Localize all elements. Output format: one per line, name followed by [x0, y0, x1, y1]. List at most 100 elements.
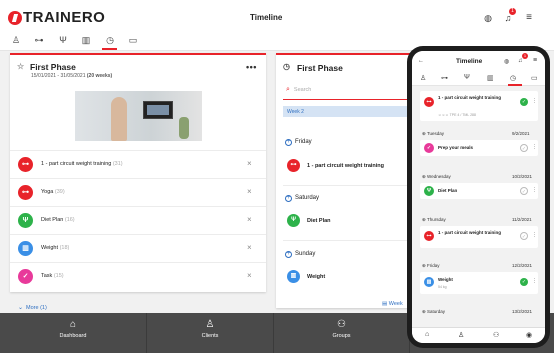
- list-item[interactable]: ▥ Weight (18) ×: [10, 234, 266, 262]
- check-icon[interactable]: ✓: [520, 187, 528, 195]
- chart-icon[interactable]: ▥: [487, 74, 494, 82]
- item-count: (18): [59, 245, 70, 251]
- phone-day-header: ⊕ Wednesday: [422, 174, 451, 179]
- entry-sub: ☺☺☺ TPE 4 / TML 288: [438, 113, 476, 117]
- phone-day-date: 9/2/2021: [512, 131, 530, 136]
- phone-entry-card[interactable]: ▥ Weight 54 kg ✓ ⋮: [420, 272, 538, 294]
- entry-label: 1 - part circuit weight training: [438, 230, 502, 235]
- item-label: Task: [41, 273, 53, 279]
- phone-section-nav: ♙ ⊶ Ψ ▥ ◷ ▭: [412, 72, 545, 86]
- item-label: Yoga: [41, 189, 54, 195]
- remove-icon[interactable]: ×: [247, 159, 252, 168]
- divider: [283, 185, 413, 186]
- week-link[interactable]: ▤ Week: [382, 301, 403, 307]
- list-item[interactable]: ⊶ 1 - part circuit weight training (31) …: [10, 150, 266, 178]
- check-icon[interactable]: ✓: [520, 144, 528, 152]
- user-icon[interactable]: ♙: [10, 34, 22, 46]
- phase-image: [75, 91, 202, 141]
- profile-icon[interactable]: ◉: [526, 331, 532, 339]
- check-icon[interactable]: ✓: [520, 278, 528, 286]
- dumbbell-icon[interactable]: ⊶: [33, 34, 45, 46]
- user-icon: ♙: [205, 319, 215, 330]
- phone-day-date: 11/2/2021: [512, 217, 532, 222]
- more-menu-icon[interactable]: ⋮: [532, 232, 537, 238]
- menu-icon[interactable]: ≡: [533, 57, 537, 64]
- phase-more-menu-icon[interactable]: •••: [246, 62, 257, 72]
- bell-icon[interactable]: ♫: [518, 58, 523, 64]
- list-item[interactable]: ⊶ Yoga (39) ×: [10, 178, 266, 206]
- day-header: + Friday: [285, 139, 312, 146]
- phone-entry-card[interactable]: ✓ Prep your meals ✓ ⋮: [420, 140, 538, 156]
- phone-day-date: 12/2/2021: [512, 263, 533, 268]
- nutrition-icon[interactable]: Ψ: [57, 34, 69, 46]
- home-icon: ⌂: [69, 319, 77, 330]
- globe-icon[interactable]: ◍: [483, 13, 493, 23]
- star-icon[interactable]: ☆: [17, 62, 24, 71]
- phone-day-header: ⊕ Saturday: [422, 309, 446, 314]
- nav-dashboard[interactable]: ⌂ Dashboard: [0, 313, 147, 353]
- item-count: (39): [54, 189, 65, 195]
- chart-icon: ▥: [424, 277, 434, 287]
- globe-icon[interactable]: ◍: [504, 58, 509, 65]
- nav-groups[interactable]: ⚇ Groups: [274, 313, 410, 353]
- nutrition-icon: Ψ: [287, 214, 300, 227]
- logo-mark-icon: [8, 10, 22, 25]
- item-label: Weight: [41, 245, 59, 251]
- user-icon[interactable]: ♙: [458, 331, 464, 339]
- timeline-title: First Phase: [297, 63, 343, 73]
- more-menu-icon[interactable]: ⋮: [532, 98, 537, 104]
- more-link[interactable]: ⌄ More (1): [18, 304, 47, 311]
- trainero-logo[interactable]: TRAINERO: [8, 9, 105, 26]
- back-arrow-icon[interactable]: ←: [418, 58, 424, 64]
- phone-screen: ← Timeline ◍ ♫ 1 ≡ ♙ ⊶ Ψ ▥ ◷ ▭ ⊶ 1 - par…: [412, 51, 545, 343]
- more-menu-icon[interactable]: ⋮: [532, 278, 537, 284]
- week-header: Week 2: [283, 106, 413, 117]
- add-icon[interactable]: +: [285, 139, 292, 146]
- nutrition-icon: Ψ: [424, 186, 434, 196]
- more-menu-icon[interactable]: ⋮: [532, 187, 537, 193]
- item-count: (15): [53, 273, 64, 279]
- chevron-down-icon: ⌄: [18, 305, 24, 311]
- user-icon[interactable]: ♙: [420, 74, 426, 82]
- home-icon[interactable]: ⌂: [425, 331, 429, 338]
- add-icon[interactable]: +: [285, 251, 292, 258]
- more-menu-icon[interactable]: ⋮: [532, 144, 537, 150]
- notification-badge: 1: [509, 8, 516, 15]
- check-icon[interactable]: ✓: [520, 98, 528, 106]
- timeline-entry[interactable]: Diet Plan: [307, 218, 331, 224]
- list-item[interactable]: Ψ Diet Plan (16) ×: [10, 206, 266, 234]
- top-bar: TRAINERO Timeline ◍ ♫ 1 ≡: [0, 0, 554, 32]
- dumbbell-icon[interactable]: ⊶: [441, 74, 448, 82]
- timeline-icon[interactable]: ◷: [104, 34, 116, 46]
- list-item[interactable]: ✓ Task (15) ×: [10, 262, 266, 290]
- add-icon[interactable]: +: [285, 195, 292, 202]
- remove-icon[interactable]: ×: [247, 187, 252, 196]
- phone-entry-card[interactable]: ⊶ 1 - part circuit weight training ✓ ⋮: [420, 226, 538, 248]
- nav-clients[interactable]: ♙ Clients: [147, 313, 274, 353]
- remove-icon[interactable]: ×: [247, 271, 252, 280]
- chat-icon[interactable]: ▭: [127, 34, 139, 46]
- chart-icon[interactable]: ▥: [80, 34, 92, 46]
- phone-entry-card[interactable]: ⊶ 1 - part circuit weight training ☺☺☺ T…: [420, 91, 538, 121]
- file-icon: ▤: [382, 301, 389, 307]
- timeline-entry[interactable]: Weight: [307, 274, 325, 280]
- group-icon[interactable]: ⚇: [493, 331, 499, 339]
- phone-entry-card[interactable]: Ψ Diet Plan ✓ ⋮: [420, 183, 538, 199]
- phone-day-header: ⊕ Tuesday: [422, 131, 445, 136]
- task-icon: ✓: [424, 143, 434, 153]
- remove-icon[interactable]: ×: [247, 215, 252, 224]
- logo-text: TRAINERO: [23, 9, 106, 26]
- nutrition-icon[interactable]: Ψ: [464, 74, 470, 81]
- phase-date-range: 15/01/2021 - 31/05/2021: [31, 73, 86, 79]
- entry-label: Weight: [438, 277, 453, 282]
- phone-day-date: 13/2/2021: [512, 309, 533, 314]
- timeline-entry[interactable]: 1 - part circuit weight training: [307, 163, 384, 169]
- check-icon[interactable]: ✓: [520, 232, 528, 240]
- menu-icon[interactable]: ≡: [524, 13, 534, 23]
- timeline-icon[interactable]: ◷: [510, 74, 516, 82]
- search-input[interactable]: ⌕ Search: [286, 86, 311, 94]
- remove-icon[interactable]: ×: [247, 243, 252, 252]
- chat-icon[interactable]: ▭: [531, 74, 538, 82]
- item-count: (31): [112, 161, 123, 167]
- dumbbell-icon: ⊶: [18, 157, 33, 172]
